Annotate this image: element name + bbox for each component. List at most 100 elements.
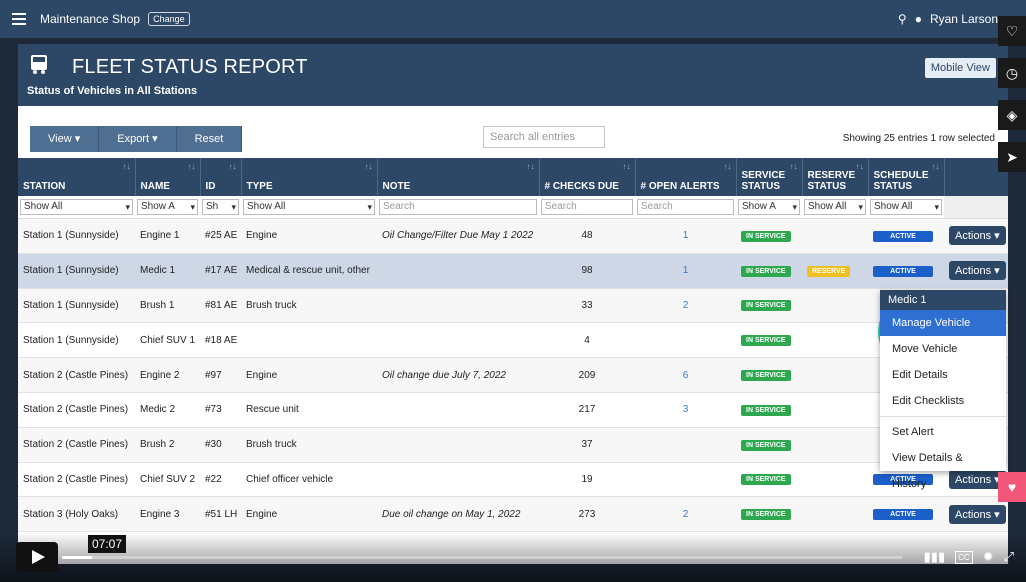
- menu-icon[interactable]: [12, 13, 26, 25]
- reserve-status-cell: [802, 427, 868, 463]
- send-icon[interactable]: ➤: [998, 142, 1026, 172]
- checks-cell: 19: [539, 462, 635, 498]
- type-filter[interactable]: Show All ▾: [243, 199, 375, 215]
- fullscreen-icon[interactable]: ⤢: [1004, 549, 1014, 565]
- volume-icon[interactable]: ▮▮▮: [924, 549, 945, 565]
- reset-button[interactable]: Reset: [176, 126, 243, 152]
- search-icon[interactable]: ⚲: [898, 12, 907, 26]
- captions-button[interactable]: CC: [955, 550, 973, 564]
- alerts-cell[interactable]: 6: [635, 357, 736, 393]
- station-cell: Station 2 (Castle Pines): [18, 427, 135, 463]
- type-cell: Rescue unit: [241, 392, 377, 428]
- service-status-badge: IN SERVICE: [741, 474, 791, 486]
- checks-filter[interactable]: Search: [541, 199, 633, 215]
- report-card: FLEET STATUS REPORT Status of Vehicles i…: [18, 44, 1008, 564]
- name-cell: Brush 2: [135, 427, 200, 463]
- col-checks-due[interactable]: # CHECKS DUE ↑↓: [539, 158, 636, 196]
- table-row[interactable]: Station 1 (Sunnyside) Medic 1 #17 AE Medica…: [18, 253, 1008, 289]
- id-filter[interactable]: Sh ▾: [202, 199, 239, 215]
- alerts-cell[interactable]: 1: [635, 253, 736, 289]
- alerts-cell[interactable]: 2: [635, 288, 736, 324]
- edit-details-item[interactable]: Edit Details: [880, 362, 1006, 388]
- station-cell: Station 1 (Sunnyside): [18, 218, 135, 254]
- table-row[interactable]: Station 1 (Sunnyside) Chief SUV 1 #18 AE 4 I…: [18, 322, 1008, 359]
- view-button[interactable]: View ▾: [30, 126, 100, 152]
- alerts-cell[interactable]: [635, 462, 736, 498]
- id-cell: #81 AE: [200, 288, 241, 324]
- id-cell: #97: [200, 357, 241, 393]
- table-row[interactable]: Station 2 (Castle Pines) Engine 2 #97 Engin…: [18, 357, 1008, 393]
- col-type[interactable]: TYPE ↑↓: [241, 158, 378, 196]
- move-vehicle-item[interactable]: Move Vehicle: [880, 336, 1006, 362]
- service-filter[interactable]: Show A ▾: [738, 199, 800, 215]
- export-button[interactable]: Export ▾: [99, 126, 177, 152]
- table-row[interactable]: Station 2 (Castle Pines) Brush 2 #30 Brush …: [18, 427, 1008, 463]
- col-open-alerts[interactable]: # OPEN ALERTS ↑↓: [635, 158, 737, 196]
- video-controls: 07:07 ▮▮▮ CC ✹ ⤢: [0, 532, 1026, 582]
- clock-icon[interactable]: ◷: [998, 58, 1026, 88]
- layers-icon[interactable]: ◈: [998, 100, 1026, 130]
- alerts-cell[interactable]: [635, 427, 736, 463]
- station-cell: Station 2 (Castle Pines): [18, 357, 135, 393]
- col-id[interactable]: ID ↑↓: [200, 158, 242, 196]
- checks-cell: 37: [539, 427, 635, 463]
- settings-icon[interactable]: ✹: [983, 549, 994, 565]
- station-filter[interactable]: Show All ▾: [20, 199, 133, 215]
- table-row[interactable]: Station 3 (Holy Oaks) Engine 3 #51 LH Engin…: [18, 496, 1008, 533]
- col-note[interactable]: NOTE ↑↓: [377, 158, 540, 196]
- note-cell: [377, 253, 539, 289]
- alerts-cell[interactable]: 1: [635, 218, 736, 254]
- col-name[interactable]: NAME ↑↓: [135, 158, 201, 196]
- mobile-view-button[interactable]: Mobile View: [924, 58, 996, 78]
- type-cell: Medical & rescue unit, other: [241, 253, 377, 289]
- favorite-icon[interactable]: ♥: [998, 472, 1026, 502]
- station-cell: Station 1 (Sunnyside): [18, 253, 135, 289]
- alerts-cell[interactable]: [635, 322, 736, 359]
- table-row[interactable]: Station 2 (Castle Pines) Chief SUV 2 #22 Ch…: [18, 462, 1008, 498]
- reserve-status-cell: [802, 322, 868, 359]
- col-station[interactable]: STATION ↑↓: [18, 158, 136, 196]
- station-cell: Station 1 (Sunnyside): [18, 288, 135, 324]
- checks-cell: 273: [539, 496, 635, 533]
- schedule-filter[interactable]: Show All ▾: [870, 199, 942, 215]
- col-reserve-status[interactable]: RESERVE STATUS ↑↓: [802, 158, 869, 196]
- alerts-cell[interactable]: 3: [635, 392, 736, 428]
- reserve-filter[interactable]: Show All ▾: [804, 199, 866, 215]
- actions-button[interactable]: Actions ▾: [949, 504, 1006, 524]
- alerts-cell[interactable]: 2: [635, 496, 736, 533]
- play-button[interactable]: [16, 542, 58, 572]
- edit-checklists-item[interactable]: Edit Checklists: [880, 388, 1006, 414]
- view-history-item[interactable]: View Details & History: [880, 445, 1006, 490]
- checks-cell: 217: [539, 392, 635, 428]
- name-cell: Medic 2: [135, 392, 200, 428]
- schedule-status-cell: ACTIVE: [868, 218, 944, 254]
- search-input[interactable]: Search all entries: [483, 126, 605, 148]
- heart-icon[interactable]: ♡: [998, 16, 1026, 46]
- user-name[interactable]: Ryan Larson: [930, 12, 998, 26]
- progress-bar[interactable]: [62, 556, 902, 559]
- reserve-status-cell: [802, 462, 868, 498]
- reserve-status-cell: [802, 496, 868, 533]
- name-filter[interactable]: Show A ▾: [137, 199, 198, 215]
- report-header: FLEET STATUS REPORT Status of Vehicles i…: [18, 44, 1008, 106]
- note-filter[interactable]: Search: [379, 199, 537, 215]
- change-shop-button[interactable]: Change: [148, 12, 190, 26]
- id-cell: #73: [200, 392, 241, 428]
- actions-button[interactable]: Actions ▾: [949, 226, 1006, 246]
- page-title: FLEET STATUS REPORT: [72, 56, 308, 78]
- col-service-status[interactable]: SERVICE STATUS ↑↓: [736, 158, 803, 196]
- table-row[interactable]: Station 2 (Castle Pines) Medic 2 #73 Rescue…: [18, 392, 1008, 428]
- table-row[interactable]: Station 1 (Sunnyside) Brush 1 #81 AE Brush …: [18, 288, 1008, 324]
- schedule-status-cell: ACTIVE: [868, 253, 944, 289]
- user-icon: ●: [914, 12, 922, 26]
- actions-button[interactable]: Actions ▾: [949, 261, 1006, 281]
- col-schedule-status[interactable]: SCHEDULE STATUS ↑↓: [868, 158, 945, 196]
- id-cell: #25 AE: [200, 218, 241, 254]
- set-alert-item[interactable]: Set Alert: [880, 419, 1006, 445]
- table-row[interactable]: Station 1 (Sunnyside) Engine 1 #25 AE Engin…: [18, 218, 1008, 254]
- type-cell: Brush truck: [241, 427, 377, 463]
- checks-cell: 209: [539, 357, 635, 393]
- manage-vehicle-item[interactable]: Manage Vehicle: [880, 310, 1006, 336]
- alerts-filter[interactable]: Search: [637, 199, 734, 215]
- fleet-table: STATION ↑↓ NAME ↑↓ ID ↑↓ TYPE ↑↓ NOTE ↑↓ # CH…: [18, 158, 1008, 533]
